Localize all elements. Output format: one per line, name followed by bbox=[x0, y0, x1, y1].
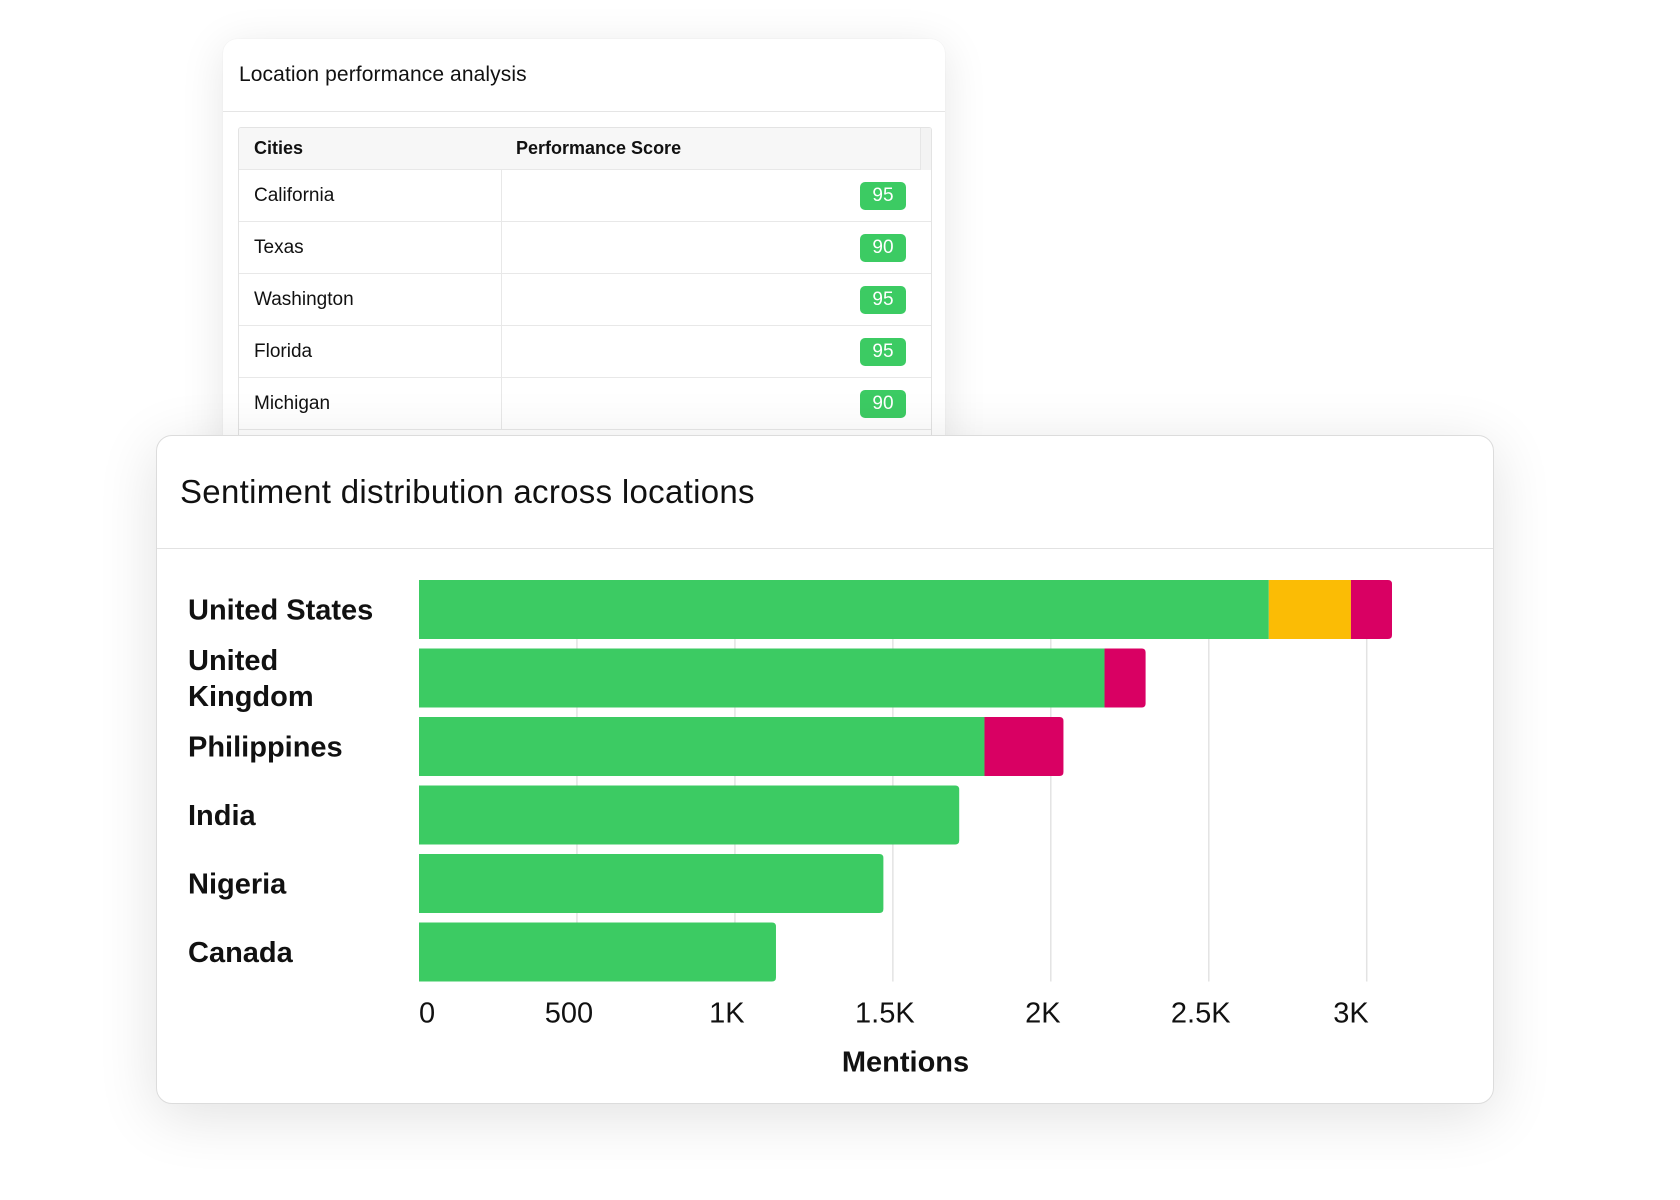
column-header-performance-score[interactable]: Performance Score bbox=[501, 128, 931, 169]
x-tick-label: 1.5K bbox=[855, 998, 915, 1030]
x-axis-title: Mentions bbox=[842, 1047, 969, 1079]
category-label: United States bbox=[188, 595, 373, 627]
category-label: Kingdom bbox=[188, 681, 314, 713]
score-cell: 90 bbox=[502, 378, 931, 429]
category-label: United bbox=[188, 645, 278, 677]
table-header-row: Cities Performance Score bbox=[239, 128, 931, 170]
score-badge: 95 bbox=[860, 286, 906, 314]
page: Location performance analysis Cities Per… bbox=[0, 0, 1680, 1200]
city-cell: Michigan bbox=[239, 378, 502, 429]
score-cell: 95 bbox=[502, 326, 931, 377]
column-header-cities[interactable]: Cities bbox=[239, 128, 501, 169]
score-badge: 90 bbox=[860, 234, 906, 262]
bar-segment bbox=[419, 580, 1269, 639]
bar-segment bbox=[1105, 649, 1146, 708]
bar-segment bbox=[419, 649, 1105, 708]
city-cell: Washington bbox=[239, 274, 502, 325]
x-tick-label: 1K bbox=[709, 998, 745, 1030]
score-badge: 90 bbox=[860, 390, 906, 418]
x-tick-label: 2.5K bbox=[1171, 998, 1231, 1030]
table-row[interactable]: Washington 95 bbox=[239, 274, 931, 326]
score-cell: 95 bbox=[502, 274, 931, 325]
score-badge: 95 bbox=[860, 338, 906, 366]
table-row[interactable]: California 95 bbox=[239, 170, 931, 222]
x-tick-label: 0 bbox=[419, 998, 435, 1030]
bar-segment bbox=[984, 717, 1063, 776]
location-performance-title: Location performance analysis bbox=[223, 39, 945, 112]
table-row[interactable]: Michigan 90 bbox=[239, 378, 931, 430]
x-tick-label: 500 bbox=[545, 998, 593, 1030]
table-scrollbar[interactable] bbox=[920, 128, 931, 170]
category-label: India bbox=[188, 800, 257, 832]
category-label: Nigeria bbox=[188, 869, 287, 901]
x-tick-label: 2K bbox=[1025, 998, 1061, 1030]
city-cell: Florida bbox=[239, 326, 502, 377]
bar-segment bbox=[1269, 580, 1351, 639]
city-cell: California bbox=[239, 170, 502, 221]
city-cell: Texas bbox=[239, 222, 502, 273]
performance-table: Cities Performance Score California 95 T… bbox=[238, 127, 932, 459]
sentiment-bar-chart: United States United Kingdom Philippines Ind… bbox=[157, 436, 1493, 1103]
x-tick-label: 3K bbox=[1333, 998, 1369, 1030]
table-row[interactable]: Texas 90 bbox=[239, 222, 931, 274]
score-cell: 90 bbox=[502, 222, 931, 273]
table-row[interactable]: Florida 95 bbox=[239, 326, 931, 378]
sentiment-chart-card: Sentiment distribution across locations … bbox=[156, 435, 1494, 1104]
bar-segment bbox=[419, 923, 776, 982]
score-cell: 95 bbox=[502, 170, 931, 221]
bar-segment bbox=[419, 786, 959, 845]
score-badge: 95 bbox=[860, 182, 906, 210]
location-performance-card: Location performance analysis Cities Per… bbox=[223, 39, 945, 459]
bar-segment bbox=[419, 854, 883, 913]
bar-segment bbox=[419, 717, 984, 776]
bar-segment bbox=[1351, 580, 1392, 639]
category-label: Canada bbox=[188, 937, 294, 969]
category-label: Philippines bbox=[188, 732, 343, 764]
